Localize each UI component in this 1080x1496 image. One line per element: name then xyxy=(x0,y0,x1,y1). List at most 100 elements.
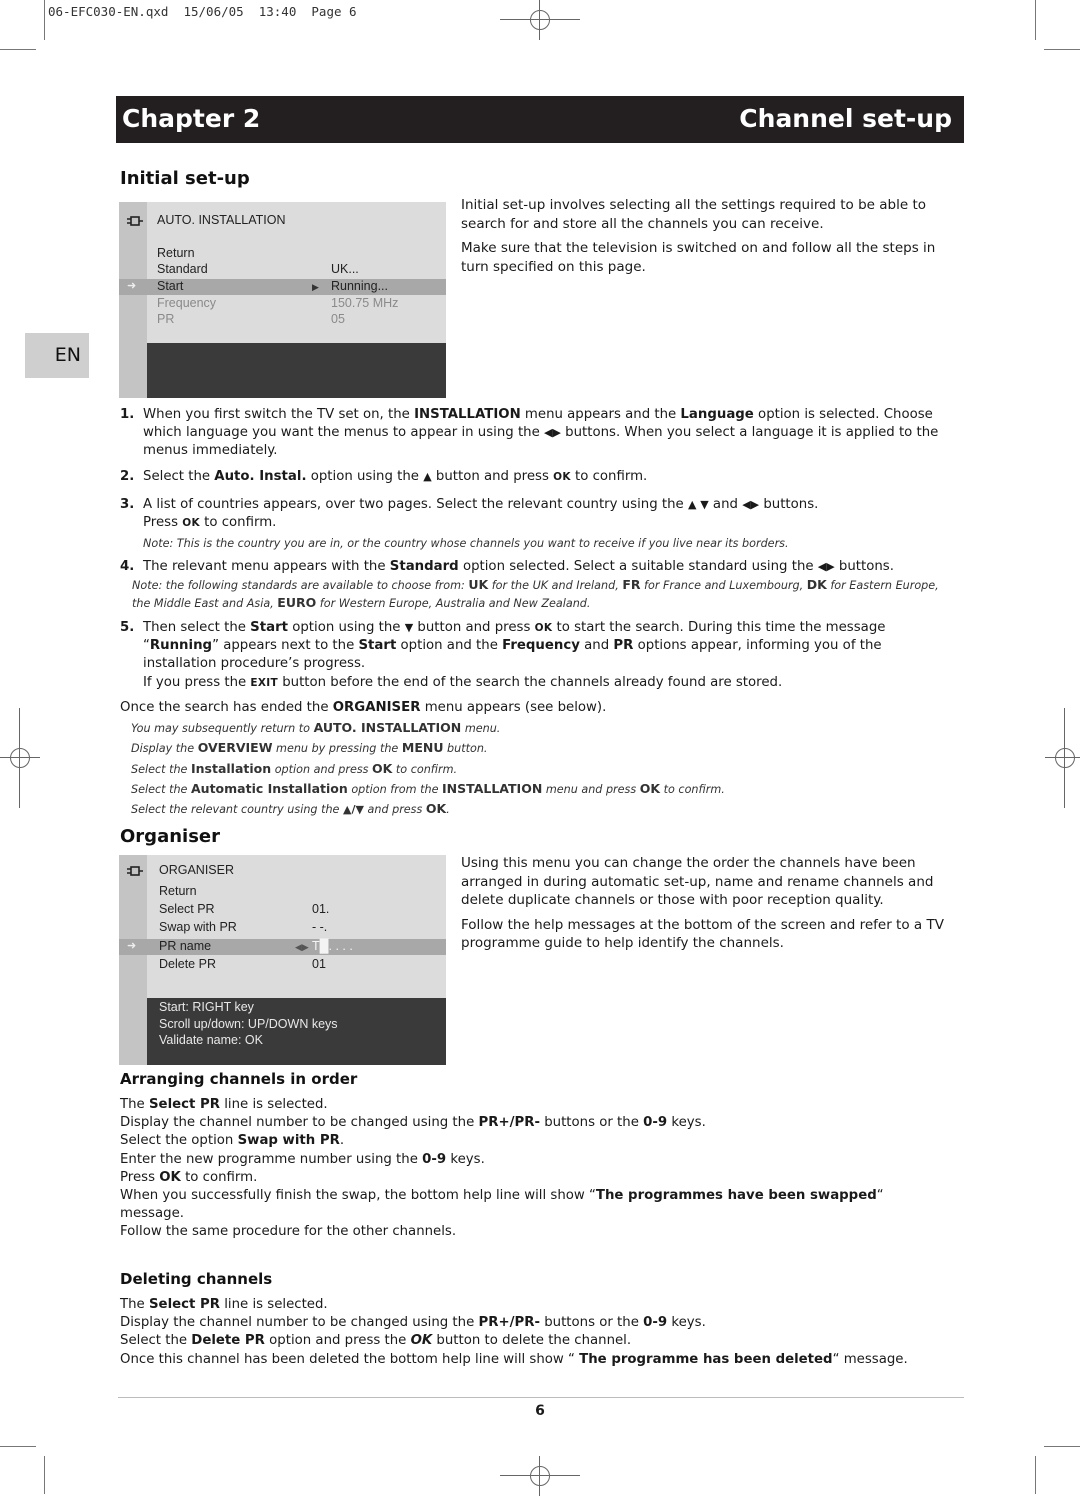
text-span: to confirm. xyxy=(199,515,277,531)
text-span: Delete PR xyxy=(159,957,216,971)
text-span: Start xyxy=(358,638,397,654)
language-tab: EN xyxy=(25,333,89,378)
text-span: Follow the help messages at the bottom o… xyxy=(461,916,944,952)
up-down-arrows-icon: ▲/▼ xyxy=(343,803,364,817)
arranging-heading: Arranging channels in order xyxy=(120,1070,358,1088)
menu-row-delete-pr[interactable]: Delete PR 01 xyxy=(119,957,446,973)
text-span: OK xyxy=(410,1333,433,1349)
up-down-arrows-icon: ▲ ▼ xyxy=(687,498,709,511)
text-span: - -. xyxy=(312,920,328,934)
text-span: PR xyxy=(157,312,175,326)
organiser-intro: Using this menu you can change the order… xyxy=(461,854,953,959)
text-span: for the UK and Ireland, xyxy=(488,579,623,593)
menu-row-swap-with-pr[interactable]: Swap with PR - -. xyxy=(119,920,446,936)
text-span: If you press the xyxy=(143,674,251,690)
step-4: 4. The relevant menu appears with the St… xyxy=(120,558,950,612)
help-line: Validate name: OK xyxy=(159,1033,263,1047)
crop-mark xyxy=(0,1446,36,1447)
text-span: Start xyxy=(157,279,184,293)
text-span: option using the xyxy=(306,469,424,484)
registration-mark-left xyxy=(0,708,40,808)
text-span: Select PR xyxy=(148,1297,220,1312)
page-number: 6 xyxy=(535,1403,545,1419)
text-span: The xyxy=(120,1297,149,1312)
crop-mark xyxy=(1044,1446,1080,1447)
ok-key-label: OK xyxy=(553,471,571,483)
text-span: and xyxy=(708,497,743,512)
registration-mark-bottom xyxy=(500,1456,580,1496)
left-right-arrows-icon: ◀▶ xyxy=(544,426,561,440)
text-span: OVERVIEW xyxy=(197,740,273,756)
help-line: Start: RIGHT key xyxy=(159,1000,254,1014)
search-ended-text: Once the search has ended the ORGANISER … xyxy=(120,699,606,717)
text-span: Press xyxy=(120,1169,160,1185)
arranging-instructions: The Select PR line is selected. Display … xyxy=(120,1096,960,1242)
menu-row-standard[interactable]: Standard UK... xyxy=(119,262,446,278)
text-span: Display the channel number to be changed… xyxy=(120,1115,479,1131)
text-span: to confirm. xyxy=(660,782,725,796)
menu-row-select-pr[interactable]: Select PR 01. xyxy=(119,902,446,918)
text-span: 4. xyxy=(120,559,135,574)
text-span: Press xyxy=(143,515,183,531)
step-1: 1. When you first switch the TV set on, … xyxy=(120,406,950,461)
text-span: message. xyxy=(120,1206,184,1222)
text-span: When you first switch the TV set on, the xyxy=(143,407,415,422)
text-span: 0-9 xyxy=(643,1115,668,1131)
text-span: PR xyxy=(613,638,634,654)
text-span: option and the xyxy=(396,638,503,654)
text-span: Select the option xyxy=(120,1133,238,1149)
menu-row-pr-name[interactable]: ➜ PR name ◀▶ T█. . . . xyxy=(119,939,446,955)
text-span: “ xyxy=(876,1188,884,1204)
text-span: buttons or the xyxy=(539,1315,644,1331)
text-span: line is selected. xyxy=(220,1297,328,1312)
text-span: option and press the xyxy=(264,1333,411,1349)
crop-mark xyxy=(1044,49,1080,50)
text-span: Return xyxy=(159,884,197,898)
text-span: buttons or the xyxy=(539,1115,644,1131)
text-span: Standard xyxy=(157,262,208,276)
text-span: “ message. xyxy=(832,1351,908,1367)
text-span: button and press xyxy=(413,620,535,635)
text-span: Language xyxy=(680,407,754,422)
text-span: EURO xyxy=(277,595,317,611)
text-span: 01. xyxy=(312,902,330,916)
text-span: 0-9 xyxy=(422,1151,447,1167)
menu-row-pr: PR 05 xyxy=(119,312,446,328)
text-span: You may subsequently return to xyxy=(131,722,314,735)
installation-plug-icon xyxy=(127,866,143,876)
text-span: PR+/PR- xyxy=(478,1115,540,1131)
text-span: The relevant menu appears with the xyxy=(143,559,390,574)
text-span: option from the xyxy=(347,782,443,796)
text-span: INSTALLATION xyxy=(414,407,521,422)
initial-setup-heading: Initial set-up xyxy=(120,168,250,189)
text-span: ” appears next to the xyxy=(212,638,359,654)
step-5: 5. Then select the Start option using th… xyxy=(120,619,950,692)
text-span: to confirm. xyxy=(392,762,458,776)
left-right-triangle-icon: ◀▶ xyxy=(295,942,309,952)
pr-name-input[interactable]: T█. . . . xyxy=(312,939,353,953)
step-4-note: Note: the following standards are availa… xyxy=(132,576,950,612)
crop-mark xyxy=(44,1456,45,1494)
selection-arrow-icon: ➜ xyxy=(127,940,137,952)
text-span: keys. xyxy=(667,1115,706,1131)
menu-row-return[interactable]: Return xyxy=(119,884,446,900)
registration-mark-top xyxy=(500,0,580,40)
text-span: Frequency xyxy=(157,296,217,310)
text-span: Running... xyxy=(331,279,388,293)
menu-row-start[interactable]: ➜ Start ▶ Running... xyxy=(119,279,446,295)
text-span: Display the channel number to be changed… xyxy=(120,1315,479,1331)
chapter-label: Chapter 2 xyxy=(122,104,261,133)
step-2: 2. Select the Auto. Instal. option using… xyxy=(120,468,950,486)
text-span: Automatic Installation xyxy=(191,780,348,796)
text-span: to confirm. xyxy=(570,469,648,484)
menu-row-return[interactable]: Return xyxy=(119,246,446,262)
text-span: for France and Luxembourg, xyxy=(640,579,807,593)
exit-key-label: EXIT xyxy=(250,676,278,689)
text-span: Once this channel has been deleted the b… xyxy=(120,1351,580,1367)
deleting-instructions: The Select PR line is selected. Display … xyxy=(120,1296,970,1369)
chapter-title: Channel set-up xyxy=(739,104,952,133)
text-span: menu appears (see below). xyxy=(420,700,607,715)
installation-plug-icon xyxy=(127,216,143,226)
left-right-arrows-icon: ◀▶ xyxy=(742,498,760,511)
menu-title: AUTO. INSTALLATION xyxy=(157,213,286,227)
